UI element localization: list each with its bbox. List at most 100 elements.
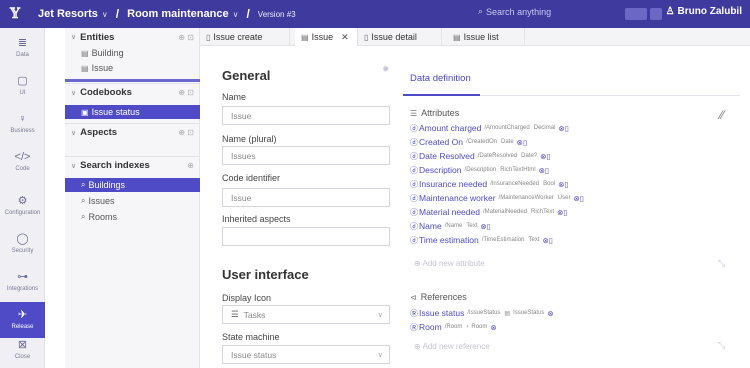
reference-row[interactable]: Ⓡ Issue status/IssueStatus ▤ IssueStatus ⊗ [410, 307, 554, 319]
user-menu[interactable]: ♙ Bruno Zalubil [666, 6, 742, 17]
tab-issue[interactable]: ▤ Issue ✕ [295, 28, 358, 46]
attribute-row[interactable]: ⓓ Maintenance worker/MaintenanceWorker Use… [410, 192, 584, 204]
code-label: Code identifier [222, 173, 281, 183]
plural-input[interactable]: Issues [222, 146, 390, 165]
tree-section-search-indexes[interactable]: ∨ Search indexes ⊕ [65, 156, 200, 174]
list-icon: ▤ [453, 32, 461, 42]
attribute-row[interactable]: ⓓ Description/Description RichTextHtml ⊗▯ [410, 164, 549, 176]
shortcut-key-badge [625, 8, 647, 20]
target-icon: › [466, 324, 469, 330]
section-actions[interactable]: ⊕ ⊡ [178, 33, 194, 42]
state-select[interactable]: Issue status ∨ [222, 345, 390, 364]
plane-icon: ✈ [17, 309, 28, 321]
attribute-actions[interactable]: ⊗▯ [558, 124, 568, 133]
attribute-actions[interactable]: ⊗▯ [540, 152, 550, 161]
attribute-icon: ⓓ [410, 235, 418, 245]
shield-icon: ◯ [16, 233, 29, 245]
search-icon: ⌕ [81, 196, 86, 205]
expand-icon[interactable]: ⤡ [718, 258, 725, 269]
version-label[interactable]: Version #3 [258, 10, 296, 19]
rail-item-security[interactable]: ◯ Security [0, 226, 45, 262]
attribute-row[interactable]: ⓓ Material needed/MaterialNeeded RichText ⊗… [410, 206, 567, 218]
name-label: Name [222, 92, 247, 102]
user-name: Bruno Zalubil [677, 6, 742, 17]
breadcrumb-page[interactable]: Room maintenance [127, 8, 228, 20]
document-icon: ▯ [206, 32, 211, 42]
chevron-down-icon: ∨ [377, 351, 383, 359]
breadcrumb-project[interactable]: Jet Resorts [38, 8, 98, 20]
search-icon: ⌕ [81, 212, 86, 221]
window-icon: ▢ [17, 75, 28, 87]
tree-section-aspects[interactable]: ∨ Aspects ⊕ ⊡ [65, 123, 200, 141]
section-actions[interactable]: ⊕ ⊡ [178, 128, 194, 137]
name-input[interactable]: Issue [222, 106, 390, 125]
user-icon: ♙ [665, 6, 675, 17]
reference-actions[interactable]: ⊗ [547, 309, 553, 318]
tab-issue-create[interactable]: ▯ Issue create [200, 28, 290, 46]
rail-item-integrations[interactable]: ⊶ Integrations [0, 264, 45, 300]
attribute-row[interactable]: ⓓ Time estimation/TimeEstimation Text ⊗▯ [410, 234, 553, 246]
attribute-row[interactable]: ⓓ Date Resolved/DateResolved Date? ⊗▯ [410, 150, 551, 162]
chevron-down-icon: ∨ [71, 89, 77, 97]
top-bar: 𝕐 Jet Resorts ∨ / Room maintenance ∨ / V… [0, 0, 750, 28]
chevron-right-icon: ∨ [71, 129, 77, 137]
tab-issue-detail[interactable]: ▯ Issue detail [358, 28, 442, 46]
rail-item-data[interactable]: ≣ Data [0, 30, 45, 66]
table-icon: ▤ [81, 48, 89, 58]
tree-item-rooms[interactable]: ⌕ Rooms [65, 210, 200, 224]
attribute-row[interactable]: ⓓ Amount charged/AmountCharged Decimal ⊗▯ [410, 122, 569, 134]
close-tab-icon[interactable]: ✕ [341, 32, 349, 43]
reference-actions[interactable]: ⊗ [490, 323, 496, 332]
attribute-icon: ⓓ [410, 179, 418, 189]
add-reference-button[interactable]: ⊕ Add new reference [414, 342, 490, 351]
attribute-actions[interactable]: ⊗▯ [543, 236, 553, 245]
attribute-icon: ⓓ [410, 207, 418, 217]
section-actions[interactable]: ⊕ ⊡ [178, 88, 194, 97]
settings-icon[interactable]: ✹ [382, 64, 390, 75]
tab-data-definition[interactable]: Data definition [410, 73, 471, 84]
add-attribute-button[interactable]: ⊕ Add new attribute [414, 259, 485, 268]
attribute-actions[interactable]: ⊗▯ [517, 138, 527, 147]
tree-item-building[interactable]: ▤ Building [65, 46, 200, 60]
aspects-input[interactable] [222, 227, 390, 246]
rail-item-close[interactable]: ⊠ Close [0, 332, 45, 368]
rail-item-code[interactable]: </> Code [0, 144, 45, 180]
reference-row[interactable]: Ⓡ Room/Room › Room ⊗ [410, 321, 497, 333]
icon-label: Display Icon [222, 293, 272, 303]
tab-issue-list[interactable]: ▤ Issue list [447, 28, 525, 46]
integration-icon: ⊶ [17, 271, 28, 283]
shortcut-key-badge [650, 8, 662, 20]
rail-item-ui[interactable]: ▢ UI [0, 68, 45, 104]
attribute-actions[interactable]: ⊗▯ [480, 222, 490, 231]
search-box[interactable]: ⌕ Search anything [478, 6, 551, 17]
attribute-actions[interactable]: ⊗▯ [539, 166, 549, 175]
breadcrumb-separator: / [246, 7, 250, 21]
attribute-actions[interactable]: ⊗▯ [558, 180, 568, 189]
chevron-down-icon[interactable]: ∨ [102, 10, 108, 19]
chevron-down-icon[interactable]: ∨ [233, 10, 239, 19]
link-icon: ⊲ [410, 292, 417, 302]
icon-select[interactable]: ☰ Tasks ∨ [222, 305, 390, 324]
attribute-row[interactable]: ⓓ Created On/CreatedOn Date ⊗▯ [410, 136, 527, 148]
attribute-row[interactable]: ⓓ Name/Name Text ⊗▯ [410, 220, 491, 232]
attribute-row[interactable]: ⓓ Insurance needed/InsuranceNeeded Bool ⊗▯ [410, 178, 569, 190]
bulb-icon: ♀ [18, 113, 27, 125]
tree-item-issues[interactable]: ⌕ Issues [65, 194, 200, 208]
magic-wand-icon[interactable]: ⁄⁄ [720, 108, 724, 122]
tree-item-issue[interactable]: ▤ Issue [65, 61, 200, 75]
section-actions[interactable]: ⊕ [187, 161, 194, 170]
active-tab-indicator [403, 94, 480, 96]
attribute-actions[interactable]: ⊗▯ [557, 208, 567, 217]
tree-section-entities[interactable]: ∨ Entities ⊕ ⊡ [65, 28, 200, 46]
code-input[interactable]: Issue [222, 188, 390, 207]
tree-item-buildings[interactable]: ⌕ Buildings [65, 178, 200, 192]
rail-item-business[interactable]: ♀ Business [0, 106, 45, 142]
rail-item-configuration[interactable]: ⚙ Configuration [0, 188, 45, 224]
app-logo[interactable]: 𝕐 [0, 0, 30, 28]
expand-icon[interactable]: ⤡ [718, 340, 725, 351]
section-title-general: General [222, 68, 271, 83]
tree-item-issue-status[interactable]: ▣ Issue status [65, 105, 200, 119]
entity-tree: ∨ Entities ⊕ ⊡ ▤ Building ▤ Issue ∨ Codebo… [65, 28, 200, 368]
attribute-actions[interactable]: ⊗▯ [573, 194, 583, 203]
tree-section-codebooks[interactable]: ∨ Codebooks ⊕ ⊡ [65, 83, 200, 101]
